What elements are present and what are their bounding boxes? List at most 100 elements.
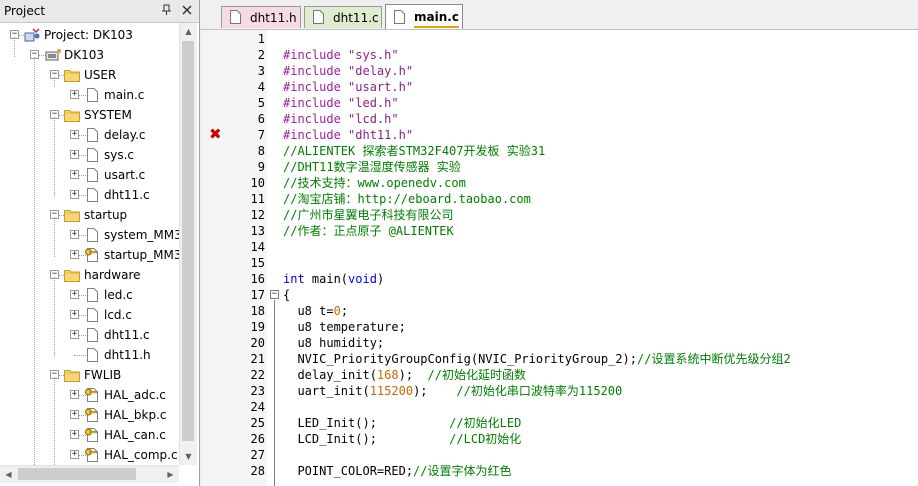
line-number: 15 — [250, 256, 265, 270]
tree-item-folder[interactable]: − startup — [0, 206, 179, 224]
tree-item-file[interactable]: + delay.c — [0, 126, 179, 144]
line-number: 21 — [250, 352, 265, 366]
tree-item-label: sys.c — [104, 148, 135, 162]
tab-label: main.c — [414, 8, 459, 28]
code-line[interactable]: int main(void) — [283, 271, 384, 287]
scroll-up-arrow-icon[interactable]: ▲ — [180, 23, 197, 40]
expand-toggle-icon[interactable]: + — [70, 410, 79, 419]
code-line[interactable]: delay_init(168); //初始化延时函数 — [283, 367, 526, 383]
line-number: 27 — [250, 448, 265, 462]
tree-item-project[interactable]: − Project: DK103 — [0, 26, 179, 44]
scroll-right-arrow-icon[interactable]: ▶ — [162, 466, 179, 483]
expand-toggle-icon[interactable]: + — [70, 130, 79, 139]
code-line[interactable]: LCD_Init(); //LCD初始化 — [283, 431, 521, 447]
code-line[interactable]: #include "lcd.h" — [283, 111, 399, 127]
tree-guide-line — [54, 377, 55, 465]
tree-item-file[interactable]: + main.c — [0, 86, 179, 104]
expand-toggle-icon[interactable]: + — [70, 310, 79, 319]
code-line[interactable]: #include "usart.h" — [283, 79, 413, 95]
code-line[interactable]: //ALIENTEK 探索者STM32F407开发板 实验31 — [283, 143, 545, 159]
tree-item-file[interactable]: + led.c — [0, 286, 179, 304]
code-token: //LCD初始化 — [449, 432, 522, 446]
expand-toggle-icon[interactable]: + — [70, 250, 79, 259]
code-line[interactable]: //广州市星翼电子科技有限公司 — [283, 207, 453, 223]
code-token: //初始化LED — [449, 416, 522, 430]
tree-item-folder[interactable]: − FWLIB — [0, 366, 179, 384]
code-line[interactable]: { — [283, 287, 290, 303]
code-line[interactable]: #include "led.h" — [283, 95, 399, 111]
pin-icon[interactable] — [160, 3, 174, 17]
tree-item-folder[interactable]: − SYSTEM — [0, 106, 179, 124]
tree-horizontal-scrollbar[interactable]: ◀ ▶ — [0, 465, 179, 483]
tree-item-file[interactable]: + HAL_adc.c — [0, 386, 179, 404]
tree-item-file[interactable]: + HAL_comp.c — [0, 446, 179, 464]
code-line[interactable]: #include "dht11.h" — [283, 127, 413, 143]
tree-item-folder[interactable]: − USER — [0, 66, 179, 84]
expand-toggle-icon[interactable]: + — [70, 450, 79, 459]
tab-dht11-h[interactable]: dht11.h — [221, 6, 301, 28]
tree-item-file[interactable]: + usart.c — [0, 166, 179, 184]
expand-toggle-icon[interactable]: + — [70, 290, 79, 299]
code-line[interactable]: //DHT11数字温湿度传感器 实验 — [283, 159, 461, 175]
code-line[interactable]: //作者：正点原子 @ALIENTEK — [283, 223, 454, 239]
tab-main-c[interactable]: main.c — [385, 4, 463, 29]
tree-vertical-scrollbar[interactable]: ▲ ▼ — [179, 23, 197, 465]
close-icon[interactable] — [180, 3, 194, 17]
project-panel-header: Project — [0, 0, 199, 23]
error-marker-icon[interactable]: ✖ — [209, 126, 223, 142]
locked-file-icon — [84, 388, 100, 402]
code-line[interactable]: //技术支持：www.openedv.com — [283, 175, 466, 191]
tree-item-file[interactable]: + system_MM32 — [0, 226, 179, 244]
c-file-icon — [84, 348, 100, 362]
line-number: 26 — [250, 432, 265, 446]
project-panel-title: Project — [4, 4, 46, 18]
tab-dht11-c[interactable]: dht11.c — [304, 6, 382, 28]
tree-item-file[interactable]: + sys.c — [0, 146, 179, 164]
tree-item-file[interactable]: + startup_MM32 — [0, 246, 179, 264]
tree-item-target[interactable]: − DK103 — [0, 46, 179, 64]
fold-collapse-icon[interactable]: − — [270, 290, 279, 299]
tree-item-file[interactable]: + dht11.c — [0, 326, 179, 344]
code-line[interactable]: #include "delay.h" — [283, 63, 413, 79]
expand-toggle-icon[interactable]: + — [70, 190, 79, 199]
code-line[interactable]: u8 t=0; — [283, 303, 348, 319]
tree-item-file[interactable]: + HAL_bkp.c — [0, 406, 179, 424]
expand-toggle-icon[interactable]: + — [70, 90, 79, 99]
expand-toggle-icon[interactable]: + — [70, 150, 79, 159]
line-number: 3 — [257, 64, 265, 78]
code-editor[interactable]: ✖ 1 2 3 4 5 6 7 8 9 10 11 12 13 14 15 16 17 18 19 20 21 22 23 2… — [203, 30, 918, 486]
code-line[interactable]: uart_init(115200); //初始化串口波特率为115200 — [283, 383, 622, 399]
expand-toggle-icon[interactable]: + — [70, 390, 79, 399]
tree-item-file[interactable]: + lcd.c — [0, 306, 179, 324]
code-line[interactable]: u8 humidity; — [283, 335, 384, 351]
tree-item-file[interactable]: + HAL_can.c — [0, 426, 179, 444]
tree-item-file[interactable]: dht11.h — [0, 346, 179, 364]
code-line[interactable]: #include "sys.h" — [283, 47, 399, 63]
scroll-down-arrow-icon[interactable]: ▼ — [180, 448, 197, 465]
scroll-left-arrow-icon[interactable]: ◀ — [0, 466, 17, 483]
code-line[interactable]: //淘宝店铺：http://eboard.taobao.com — [283, 191, 531, 207]
line-number: 9 — [257, 160, 265, 174]
code-line[interactable]: LED_Init(); //初始化LED — [283, 415, 521, 431]
code-line[interactable]: u8 temperature; — [283, 319, 405, 335]
expand-toggle-icon[interactable]: + — [70, 330, 79, 339]
scroll-thumb-horizontal[interactable] — [18, 468, 136, 480]
code-token: //设置字体为红色 — [413, 464, 512, 478]
code-area[interactable]: #include "sys.h" #include "delay.h" #inclu… — [283, 30, 918, 486]
expand-toggle-icon[interactable]: + — [70, 430, 79, 439]
scroll-thumb[interactable] — [182, 41, 194, 441]
expand-toggle-icon[interactable]: + — [70, 170, 79, 179]
line-number: 4 — [257, 80, 265, 94]
project-tree[interactable]: − Project: DK103 − DK103 − USER + main.c − SYSTEM… — [0, 23, 179, 465]
tree-item-label: HAL_bkp.c — [104, 408, 167, 422]
folder-icon — [64, 108, 80, 122]
tree-item-folder[interactable]: − hardware — [0, 266, 179, 284]
line-number: 12 — [250, 208, 265, 222]
code-line[interactable]: POINT_COLOR=RED;//设置字体为红色 — [283, 463, 512, 479]
line-number: 18 — [250, 304, 265, 318]
code-line[interactable]: NVIC_PriorityGroupConfig(NVIC_PriorityGr… — [283, 351, 790, 367]
tree-item-label: lcd.c — [104, 308, 132, 322]
tree-item-file[interactable]: + dht11.c — [0, 186, 179, 204]
expand-toggle-icon[interactable]: + — [70, 230, 79, 239]
tree-item-label: HAL_comp.c — [104, 448, 178, 462]
